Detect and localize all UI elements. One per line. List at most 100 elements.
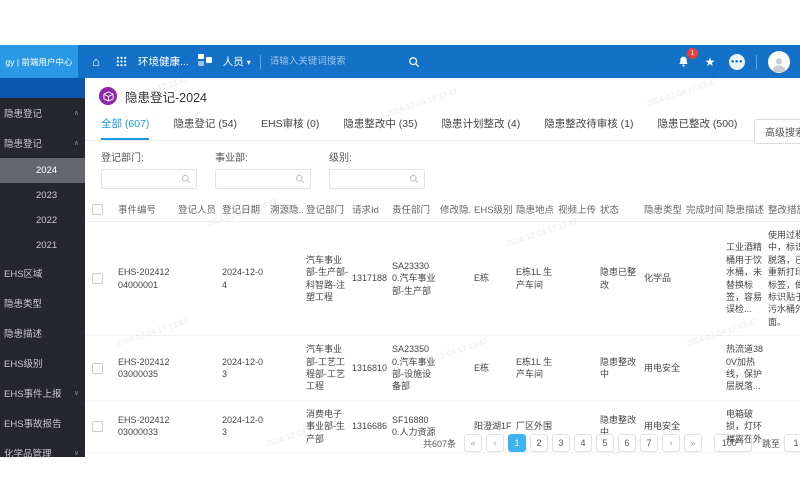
table-row: EHS-20241204000001 2024-12-04 汽车事业部-生产部-… — [85, 222, 800, 337]
sidebar-item-2022[interactable]: 2022 — [0, 208, 85, 233]
sidebar-item-ehs-level[interactable]: EHS级别 — [0, 348, 85, 378]
col-location: 隐患地点 — [516, 205, 555, 216]
chevron-up-icon: ∧ — [73, 110, 79, 117]
date-cell: 2024-12-03 — [222, 356, 264, 380]
page-button-3[interactable]: 3 — [551, 434, 570, 452]
sidebar-item-label: 隐患类型 — [4, 299, 43, 310]
col-trace: 溯源隐... — [270, 205, 303, 216]
page-button-6[interactable]: 6 — [617, 434, 636, 452]
select-all-checkbox[interactable] — [92, 203, 103, 215]
page-button-1[interactable]: 1 — [507, 434, 526, 452]
tab-rectified[interactable]: 隐患已整改 (500) — [657, 114, 737, 140]
tab-rectifying[interactable]: 隐患整改中 (35) — [343, 114, 417, 140]
sidebar-header-strip[interactable] — [0, 78, 85, 98]
search-icon — [295, 174, 305, 184]
event-no: EHS-20241204000001 — [118, 267, 170, 290]
top-bar: gy | 前端用户中心 ⌂ 环境健康... 人员 ▾ 请输入关键词搜索 1 ★ … — [0, 45, 800, 78]
tab-pending-review[interactable]: 隐患整改待审核 (1) — [544, 114, 633, 140]
search-icon — [409, 174, 419, 184]
advanced-search-button[interactable]: 高级搜索 — [754, 119, 800, 144]
prev-page-button[interactable]: ‹ — [485, 434, 504, 452]
row-checkbox[interactable] — [92, 420, 103, 432]
sidebar-item-2021[interactable]: 2021 — [0, 233, 85, 258]
photo-cell — [557, 361, 597, 375]
sidebar-item-2024[interactable]: 2024 — [0, 158, 85, 183]
pagination: 共607条 « ‹ 1 2 3 4 5 6 7 › » 100 ∨ 跳至 — [423, 434, 800, 452]
register-dept-input[interactable] — [102, 174, 181, 184]
sidebar-item-chemical-management[interactable]: 化学品管理 ∨ — [0, 438, 85, 457]
page-button-4[interactable]: 4 — [573, 434, 592, 452]
home-icon[interactable]: ⌂ — [88, 54, 104, 70]
sidebar-item-hidden-danger-register[interactable]: 隐患登记 ∧ — [0, 128, 85, 158]
modify-cell — [439, 419, 471, 433]
page-button-7[interactable]: 7 — [639, 434, 658, 452]
photo-cell — [557, 272, 597, 286]
last-page-button[interactable]: » — [683, 434, 702, 452]
tab-ehs-review[interactable]: EHS审核 (0) — [261, 114, 319, 140]
app-name[interactable]: 环境健康... — [138, 54, 189, 69]
next-page-button[interactable]: › — [661, 434, 680, 452]
table-row: EHS-20241203000035 2024-12-03 汽车事业部-工艺工程… — [85, 336, 800, 401]
col-status: 状态 — [600, 205, 620, 216]
col-ehs-level: EHS级别 — [474, 205, 513, 216]
sidebar-item-2023[interactable]: 2023 — [0, 183, 85, 208]
sidebar-item-label: EHS事故报告 — [4, 419, 62, 430]
finish-time-cell — [685, 361, 723, 375]
module-cube-icon — [99, 87, 117, 105]
trace-cell — [269, 272, 303, 286]
filter-business-unit: 事业部: — [215, 149, 311, 189]
brand-logo[interactable]: gy | 前端用户中心 — [0, 45, 78, 78]
search-input[interactable] — [269, 56, 400, 67]
col-video-upload: 视频上传 — [558, 205, 597, 216]
business-unit-input[interactable] — [216, 174, 295, 184]
org-icon[interactable] — [197, 53, 214, 70]
first-page-button[interactable]: « — [463, 434, 482, 452]
app-frame: gy | 前端用户中心 ⌂ 环境健康... 人员 ▾ 请输入关键词搜索 1 ★ … — [0, 45, 800, 457]
event-no-cell: EHS-20241203000035 — [118, 356, 170, 380]
page-button-2[interactable]: 2 — [529, 434, 548, 452]
people-selector[interactable]: 人员 ▾ — [223, 54, 251, 69]
sidebar-item-ehs-event-report[interactable]: EHS事件上报 ∨ — [0, 378, 85, 408]
page-header: 隐患登记-2024 — [85, 78, 800, 114]
resp-dept-cell: SA233300.汽车事业部-生产部 — [392, 261, 436, 296]
notifications-bell-icon[interactable]: 1 — [675, 47, 698, 70]
col-request-id: 请求Id — [352, 205, 379, 216]
ehs-level-cell: E栋 — [474, 362, 490, 373]
sidebar-item-ehs-accident-report[interactable]: EHS事故报告 — [0, 408, 85, 438]
status-cell: 隐患整改中 — [600, 356, 637, 380]
tab-registered[interactable]: 隐患登记 (54) — [173, 114, 237, 140]
filter-register-dept: 登记部门: — [101, 149, 197, 189]
sidebar-item-danger-type[interactable]: 隐患类型 — [0, 288, 85, 318]
star-favorite-icon[interactable]: ★ — [702, 54, 718, 70]
tab-planned-rectification[interactable]: 隐患计划整改 (4) — [441, 114, 520, 140]
sidebar-item-hidden-danger-register-group[interactable]: 隐患登记 ∧ — [0, 98, 85, 128]
chevron-down-icon: ∨ — [739, 440, 745, 447]
resp-dept-cell: SA233500.汽车事业部-设施设备部 — [392, 344, 436, 392]
location-cell: E栋1L 生产车间 — [516, 267, 553, 290]
jump-to-input[interactable] — [784, 434, 800, 452]
reg-dept-cell: 消费电子事业部-生产部 — [306, 408, 345, 444]
col-finish-time: 完成时间 — [686, 205, 723, 216]
level-input[interactable] — [330, 174, 409, 184]
col-modify: 修改隐... — [440, 205, 471, 216]
page-button-5[interactable]: 5 — [595, 434, 614, 452]
page-size-select[interactable]: 100 ∨ — [713, 434, 752, 452]
row-checkbox[interactable] — [92, 273, 103, 285]
app-grid-icon[interactable] — [113, 54, 129, 70]
sidebar-item-label: 隐患登记 — [4, 139, 43, 150]
sidebar-item-danger-desc[interactable]: 隐患描述 — [0, 318, 85, 348]
tab-all[interactable]: 全部 (607) — [101, 114, 150, 140]
page-title: 隐患登记-2024 — [125, 90, 207, 105]
chevron-up-icon: ∧ — [73, 140, 79, 147]
finish-time-cell — [685, 272, 723, 286]
filter-level: 级别: — [329, 149, 425, 189]
desc-cell: 工业酒精桶用于饮水桶，未替换标签，容易误检... — [726, 242, 763, 315]
user-avatar[interactable] — [768, 50, 790, 73]
search-icon[interactable] — [406, 54, 422, 70]
more-options-icon[interactable]: ●●● — [729, 53, 745, 70]
sidebar-item-label: 隐患登记 — [4, 109, 43, 120]
sidebar-item-ehs-area[interactable]: EHS区域 — [0, 258, 85, 288]
filter-label: 事业部: — [215, 153, 248, 164]
row-checkbox[interactable] — [92, 362, 103, 374]
modify-cell — [439, 272, 471, 286]
